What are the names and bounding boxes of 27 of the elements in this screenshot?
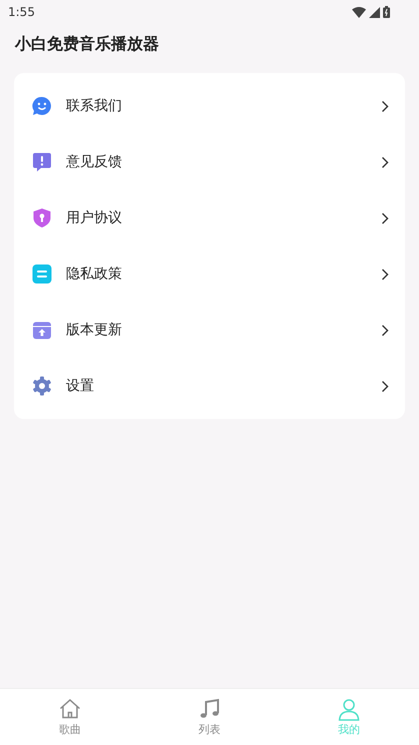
music-note-icon <box>198 697 222 721</box>
exclamation-bubble-icon <box>32 152 52 172</box>
settings-icon <box>32 376 52 396</box>
chat-smile-icon <box>32 96 52 116</box>
menu-item[interactable]: 版本更新 <box>14 302 405 358</box>
battery-icon <box>383 6 390 18</box>
home-icon <box>58 697 82 721</box>
person-icon <box>337 697 362 721</box>
app-title: 小白免费音乐播放器 <box>15 34 159 54</box>
chevron-right-icon <box>381 212 389 224</box>
document-icon <box>32 264 52 284</box>
status-time: 1:55 <box>8 5 35 19</box>
wifi-icon <box>352 6 366 18</box>
chevron-right-icon <box>381 156 389 168</box>
chevron-right-icon <box>381 324 389 336</box>
menu-item[interactable]: 联系我们 <box>14 78 405 134</box>
menu-item[interactable]: 设置 <box>14 358 405 414</box>
chevron-right-icon <box>381 380 389 392</box>
shield-lock-icon <box>32 208 52 228</box>
menu-item[interactable]: 用户协议 <box>14 190 405 246</box>
nav-tab[interactable]: 歌曲 <box>0 689 140 745</box>
upload-box-icon <box>32 320 52 340</box>
chevron-right-icon <box>381 100 389 112</box>
menu-item[interactable]: 隐私政策 <box>14 246 405 302</box>
chevron-right-icon <box>381 268 389 280</box>
signal-icon <box>369 6 380 18</box>
menu-item[interactable]: 意见反馈 <box>14 134 405 190</box>
